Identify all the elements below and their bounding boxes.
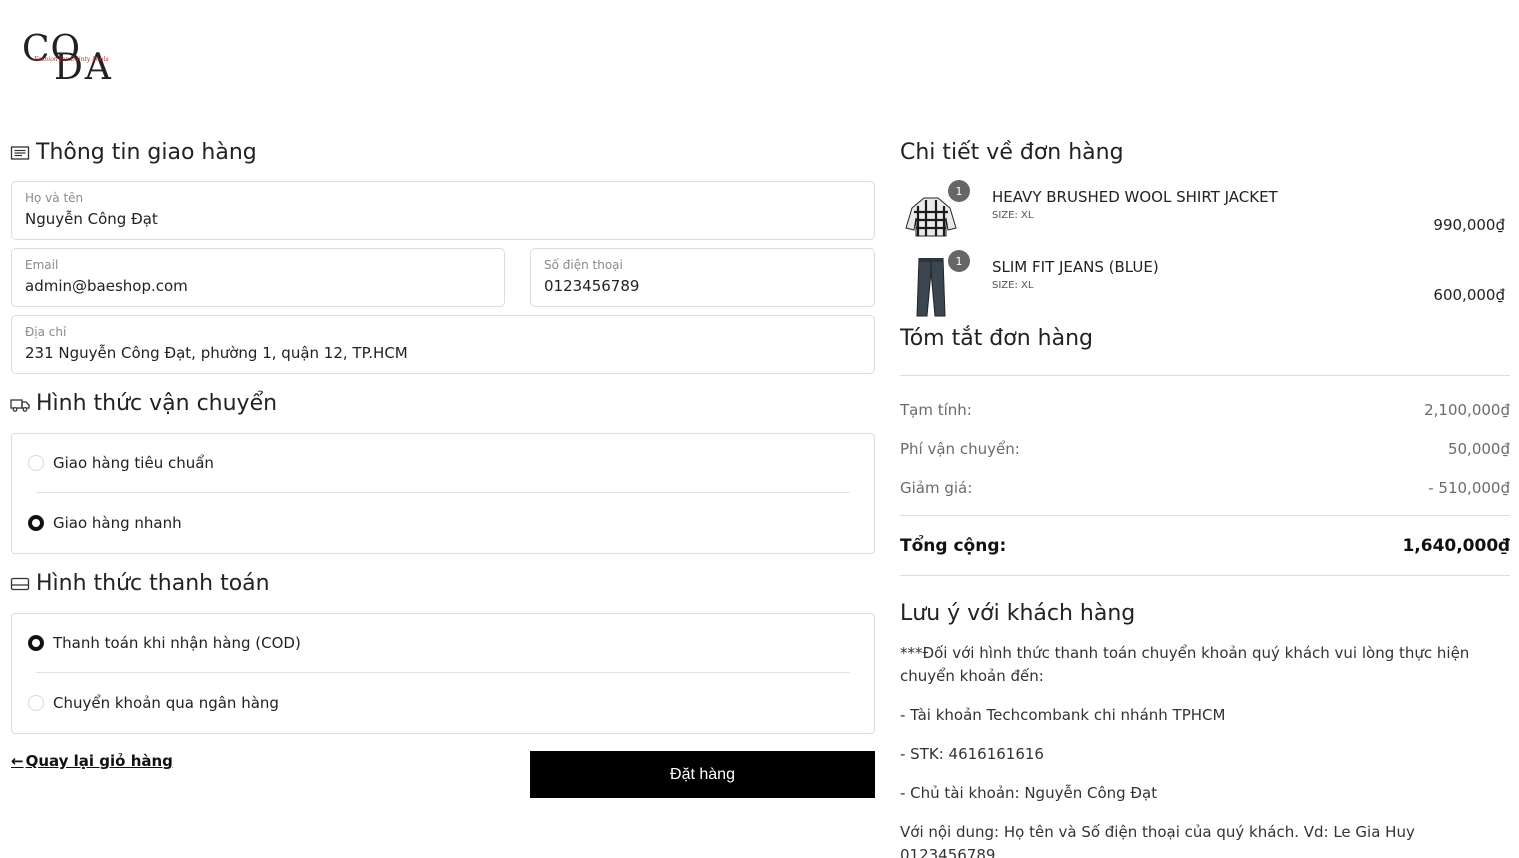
- phone-field[interactable]: Số điện thoại 0123456789: [530, 248, 875, 307]
- shipping-method-title: Hình thức vận chuyển: [36, 391, 278, 416]
- shipping-fee-row: Phí vận chuyển: 50,000₫: [900, 440, 1510, 458]
- subtotal-label: Tạm tính:: [900, 401, 972, 419]
- note-intro: ***Đối với hình thức thanh toán chuyển k…: [900, 644, 1470, 685]
- total-label: Tổng cộng:: [900, 536, 1007, 556]
- product-name[interactable]: HEAVY BRUSHED WOOL SHIRT JACKET: [992, 188, 1278, 206]
- quantity-badge: 1: [948, 250, 970, 272]
- fullname-label: Họ và tên: [25, 191, 84, 205]
- back-to-cart-link[interactable]: ← Quay lại giỏ hàng: [11, 752, 173, 770]
- payment-option-bank[interactable]: Chuyển khoản qua ngân hàng: [28, 694, 279, 712]
- discount-label: Giảm giá:: [900, 479, 973, 497]
- radio-express[interactable]: [28, 515, 44, 531]
- payment-method-heading: Hình thức thanh toán: [10, 570, 270, 598]
- divider: [36, 672, 850, 673]
- product-price: 990,000₫: [1433, 216, 1505, 234]
- product-price: 600,000₫: [1433, 286, 1505, 304]
- product-name[interactable]: SLIM FIT JEANS (BLUE): [992, 258, 1159, 276]
- radio-standard[interactable]: [28, 455, 44, 471]
- divider: [900, 575, 1510, 576]
- customer-note-title: Lưu ý với khách hàng: [900, 601, 1136, 626]
- payment-option-bank-label: Chuyển khoản qua ngân hàng: [53, 694, 279, 712]
- order-detail-title: Chi tiết về đơn hàng: [900, 140, 1124, 165]
- address-label: Địa chỉ: [25, 325, 67, 339]
- radio-cod[interactable]: [28, 635, 44, 651]
- email-value[interactable]: admin@baeshop.com: [25, 275, 491, 297]
- place-order-button[interactable]: Đặt hàng: [530, 751, 875, 798]
- receipt-icon: [10, 146, 30, 160]
- discount-value: - 510,000₫: [1428, 479, 1510, 497]
- address-value[interactable]: 231 Nguyễn Công Đạt, phường 1, quận 12, …: [25, 342, 861, 364]
- shipping-option-express[interactable]: Giao hàng nhanh: [28, 514, 182, 532]
- back-to-cart-label: Quay lại giỏ hàng: [25, 752, 173, 770]
- order-item: 1 HEAVY BRUSHED WOOL SHIRT JACKET SIZE: …: [900, 180, 1510, 254]
- subtotal-value: 2,100,000₫: [1424, 401, 1510, 419]
- discount-row: Giảm giá: - 510,000₫: [900, 479, 1510, 497]
- shipping-option-standard[interactable]: Giao hàng tiêu chuẩn: [28, 454, 214, 472]
- phone-label: Số điện thoại: [544, 258, 623, 272]
- shipping-fee-label: Phí vận chuyển:: [900, 440, 1020, 458]
- subtotal-row: Tạm tính: 2,100,000₫: [900, 401, 1510, 419]
- shipping-option-express-label: Giao hàng nhanh: [53, 514, 182, 532]
- email-label: Email: [25, 258, 59, 272]
- logo-script: Fashion for Dainty Souls: [34, 56, 109, 63]
- logo-text-bottom: DA: [54, 47, 113, 88]
- fullname-value[interactable]: Nguyễn Công Đạt: [25, 208, 861, 230]
- payment-method-title: Hình thức thanh toán: [36, 571, 270, 596]
- note-account-number: - STK: 4616161616: [900, 745, 1044, 763]
- product-size: SIZE: XL: [992, 210, 1034, 221]
- shipping-info-heading: Thông tin giao hàng: [10, 139, 257, 167]
- quantity-badge: 1: [948, 180, 970, 202]
- payment-options: Thanh toán khi nhận hàng (COD) Chuyển kh…: [11, 613, 875, 734]
- note-bank: - Tài khoản Techcombank chi nhánh TPHCM: [900, 706, 1226, 724]
- divider: [36, 492, 850, 493]
- shipping-info-title: Thông tin giao hàng: [36, 140, 257, 165]
- fullname-field[interactable]: Họ và tên Nguyễn Công Đạt: [11, 181, 875, 240]
- payment-option-cod[interactable]: Thanh toán khi nhận hàng (COD): [28, 634, 301, 652]
- brand-logo[interactable]: CO DA Fashion for Dainty Souls: [20, 30, 120, 88]
- total-value: 1,640,000₫: [1402, 536, 1510, 556]
- shipping-fee-value: 50,000₫: [1447, 440, 1510, 458]
- product-size: SIZE: XL: [992, 280, 1034, 291]
- shipping-method-heading: Hình thức vận chuyển: [10, 390, 277, 418]
- note-account-holder: - Chủ tài khoản: Nguyễn Công Đạt: [900, 784, 1158, 802]
- total-row: Tổng cộng: 1,640,000₫: [900, 536, 1510, 556]
- payment-option-cod-label: Thanh toán khi nhận hàng (COD): [53, 634, 301, 652]
- note-transfer-content: Với nội dung: Họ tên và Số điện thoại củ…: [900, 823, 1415, 858]
- shipping-option-standard-label: Giao hàng tiêu chuẩn: [53, 454, 214, 472]
- truck-icon: [10, 399, 30, 412]
- radio-bank[interactable]: [28, 695, 44, 711]
- phone-value[interactable]: 0123456789: [544, 275, 861, 297]
- arrow-left-icon: ←: [11, 752, 24, 770]
- order-summary-title: Tóm tắt đơn hàng: [900, 326, 1094, 351]
- divider: [900, 515, 1510, 516]
- divider: [900, 375, 1510, 376]
- address-field[interactable]: Địa chỉ 231 Nguyễn Công Đạt, phường 1, q…: [11, 315, 875, 374]
- card-icon: [10, 577, 30, 591]
- shipping-options: Giao hàng tiêu chuẩn Giao hàng nhanh: [11, 433, 875, 554]
- order-item: 1 SLIM FIT JEANS (BLUE) SIZE: XL 600,000…: [900, 250, 1510, 324]
- email-field[interactable]: Email admin@baeshop.com: [11, 248, 505, 307]
